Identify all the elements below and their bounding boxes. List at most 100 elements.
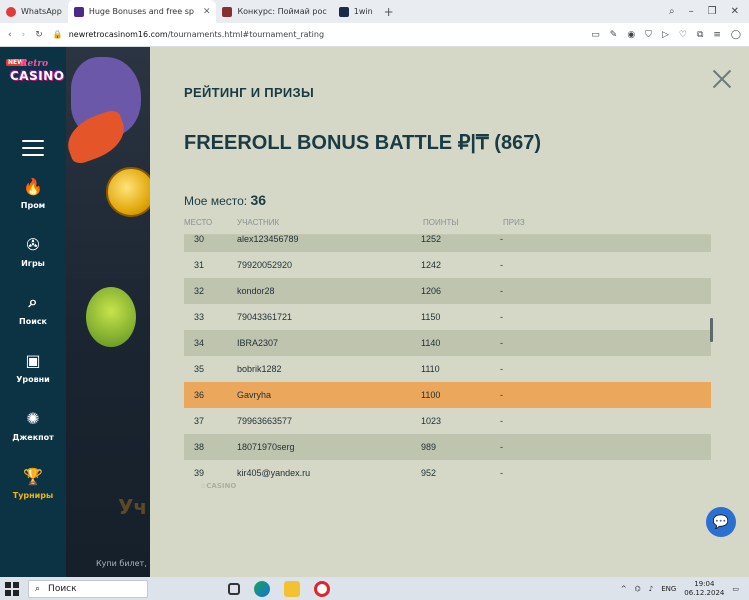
browser-tab-bar: WhatsApp Huge Bonuses and free sp ✕ Конк… [0,0,749,23]
row-points: 1150 [421,312,441,322]
background-text: Купи билет, [96,559,147,568]
file-explorer-icon[interactable] [284,580,300,597]
tab-label: 1win [353,7,373,16]
sidebar-item-promo[interactable]: 🔥 Пром [0,175,66,211]
reader-icon[interactable]: ▭ [591,30,600,40]
sidebar-item-levels[interactable]: ▣ Уровни [0,349,66,385]
tab-konkurs[interactable]: Конкурс: Поймай рос [216,0,332,23]
my-place-label: Мое место: [184,194,248,208]
volume-icon[interactable]: ♪ [649,585,653,593]
extensions-icon[interactable]: ⧉ [697,30,703,40]
heart-icon[interactable]: ♡ [679,30,687,40]
sidebar-item-search[interactable]: ⌕ Поиск [0,291,66,326]
row-points: 1140 [421,338,441,348]
row-points: 1023 [421,416,442,426]
url-host: newretrocasinom16.com [68,30,168,39]
network-icon[interactable]: ⌬ [635,585,641,593]
chest-icon: ▣ [25,350,41,370]
forward-icon[interactable]: › [22,30,26,40]
search-icon: ⌕ [28,292,38,311]
whatsapp-icon [6,6,16,17]
url-field[interactable]: 🔒 newretrocasinom16.com/tournaments.html… [53,30,581,39]
tournament-title: FREEROLL BONUS BATTLE ₽|₸ (867) [184,132,541,154]
row-participant: 79043361721 [237,312,293,322]
search-icon: ⌕ [35,583,41,594]
table-row: 35 bobrik1282 1110 - [184,356,711,382]
play-icon[interactable]: ▷ [662,30,669,40]
clock[interactable]: 19:04 06.12.2024 [684,580,724,598]
close-modal-icon[interactable] [710,67,734,91]
hero-background: Уч Купи билет, [66,47,150,577]
row-participant: kondor28 [237,286,275,296]
url-path: /tournaments.html#tournament_rating [167,30,325,39]
address-bar: ‹ › ↻ 🔒 newretrocasinom16.com/tournament… [0,23,749,47]
tab-1win[interactable]: 1win [333,0,379,23]
table-row: 32 kondor28 1206 - [184,278,711,304]
notification-icon[interactable]: ▭ [732,585,739,593]
row-place: 38 [194,442,205,452]
menu-icon[interactable]: ≡ [713,30,721,40]
search-icon[interactable]: ⌕ [669,6,675,17]
chevron-up-icon[interactable]: ^ [621,585,627,593]
row-points: 1206 [421,286,442,296]
chip-icon: ✇ [26,234,40,254]
sidebar-item-label: Игры [21,259,45,268]
shield-icon[interactable]: ⛉ [645,30,652,40]
system-tray: ^ ⌬ ♪ ENG 19:04 06.12.2024 ▭ [621,580,749,598]
sidebar-item-jackpot[interactable]: ✺ Джекпот [0,407,66,443]
row-points: 952 [421,468,437,478]
camera-icon[interactable]: ◉ [627,30,635,40]
sidebar-item-label: Уровни [16,375,50,384]
sidebar: NEW Retro CASINO 🔥 Пром ✇ Игры ⌕ Поиск ▣… [0,47,66,600]
sidebar-item-games[interactable]: ✇ Игры [0,233,66,269]
sidebar-item-tournaments[interactable]: 🏆 Турниры [0,465,66,501]
close-tab-icon[interactable]: ✕ [203,7,211,17]
maximize-icon[interactable]: ❐ [708,6,717,17]
input-language[interactable]: ENG [661,585,676,593]
column-participant: УЧАСТНИК [237,218,280,227]
row-participant: bobrik1282 [237,364,282,374]
windows-start-icon[interactable] [0,577,24,600]
chat-icon[interactable]: 💬 [706,507,736,537]
back-icon[interactable]: ‹ [8,30,12,40]
edge-icon[interactable] [254,580,270,597]
row-participant: kir405@yandex.ru [237,468,311,478]
row-points: 1110 [421,364,440,374]
tab-label: Конкурс: Поймай рос [237,7,327,16]
table-row: 36 Gavryha 1100 - [184,382,711,408]
edit-icon[interactable]: ✎ [610,30,618,40]
tab-huge-bonuses[interactable]: Huge Bonuses and free sp ✕ [67,0,217,23]
my-place-value: 36 [250,192,267,208]
opera-icon[interactable] [314,580,330,597]
row-place: 34 [194,338,205,348]
table-row: 37 79963663577 1023 - [184,408,711,434]
table-row: 33 79043361721 1150 - [184,304,711,330]
close-window-icon[interactable]: ✕ [731,6,739,17]
row-prize: - [500,312,503,322]
tab-whatsapp[interactable]: WhatsApp [0,0,68,23]
row-place: 33 [194,312,205,322]
table-row: 31 79920052920 1242 - [184,252,711,278]
logo[interactable]: NEW Retro CASINO [6,59,65,89]
row-place: 35 [194,364,205,374]
new-tab-button[interactable]: + [379,5,399,19]
sidebar-item-label: Джекпот [12,433,54,442]
my-place: Мое место: 36 [184,192,266,208]
row-participant: 18071970serg [237,442,295,452]
contest-favicon-icon [222,6,233,17]
sidebar-item-label: Турниры [12,491,54,500]
logo-casino: CASINO [10,69,65,83]
table-scrollbar[interactable] [710,318,713,342]
row-prize: - [500,234,503,244]
task-view-icon[interactable] [228,582,240,595]
1win-favicon-icon [338,6,349,17]
taskbar-search[interactable]: ⌕ Поиск [28,579,148,598]
clock-time: 19:04 [694,579,715,588]
rating-table[interactable]: 30 alex123456789 1252-31 79920052920 1242-32… [184,234,711,480]
minimize-icon[interactable]: – [689,6,694,17]
reload-icon[interactable]: ↻ [35,30,43,40]
trophy-icon: 🏆 [23,466,43,486]
profile-icon[interactable]: ◯ [731,30,741,40]
row-points: 1100 [421,390,441,400]
hamburger-menu-icon[interactable] [22,140,44,156]
